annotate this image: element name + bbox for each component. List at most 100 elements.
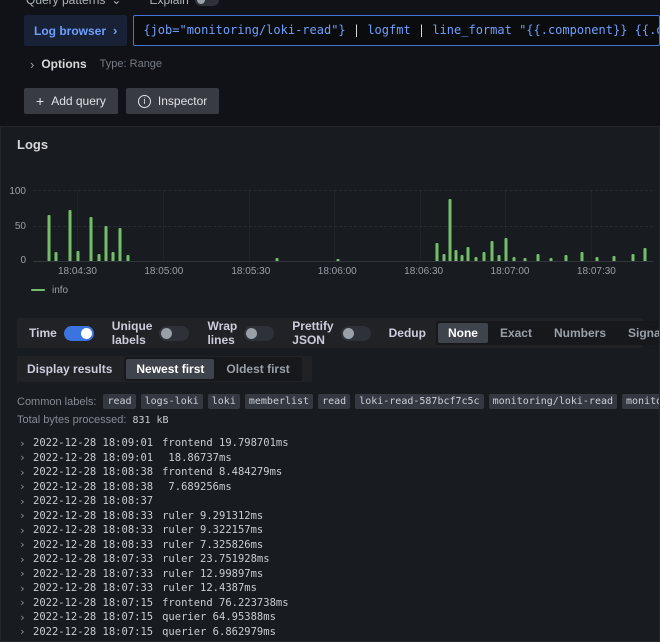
log-row[interactable]: › 2022-12-28 18:08:38 7.689256ms <box>1 480 659 495</box>
expand-chevron-icon[interactable]: › <box>19 583 33 594</box>
label-badge: read <box>103 394 136 409</box>
prettify-json-toggle[interactable] <box>340 325 371 341</box>
order-option-newest-first[interactable]: Newest first <box>126 359 215 379</box>
options-label: Options <box>41 57 87 71</box>
expand-chevron-icon[interactable]: › <box>19 554 33 565</box>
log-row[interactable]: › 2022-12-28 18:08:38 frontend 8.484279ms <box>1 465 659 480</box>
logs-volume-chart: 100 50 0 <box>7 186 653 266</box>
wrap-lines-toggle[interactable] <box>244 325 275 341</box>
query-input[interactable]: {job="monitoring/loki-read"} | logfmt | … <box>133 15 660 46</box>
log-timestamp: 2022-12-28 18:09:01 <box>33 437 154 450</box>
log-message: frontend 19.798701ms <box>162 437 289 450</box>
log-row[interactable]: › 2022-12-28 18:07:33 ruler 12.4387ms <box>1 581 659 596</box>
dedup-option-exact[interactable]: Exact <box>490 323 542 343</box>
dedup-group: NoneExactNumbersSignature <box>435 321 659 345</box>
expand-chevron-icon[interactable]: › <box>19 612 33 623</box>
time-toggle[interactable] <box>63 325 94 341</box>
grid-line-vertical <box>419 190 421 261</box>
volume-bar <box>47 214 50 261</box>
log-row[interactable]: › 2022-12-28 18:07:33 ruler 12.99897ms <box>1 567 659 582</box>
expand-chevron-icon[interactable]: › <box>19 626 33 637</box>
legend-label-info[interactable]: info <box>52 285 68 296</box>
label-badge: read <box>318 394 351 409</box>
unique-labels-label: Unique labels <box>111 319 153 347</box>
volume-bar <box>442 253 446 261</box>
query-segment: | <box>352 23 368 37</box>
expand-chevron-icon[interactable]: › <box>19 568 33 579</box>
dedup-option-none[interactable]: None <box>437 323 488 343</box>
expand-chevron-icon[interactable]: › <box>19 597 33 608</box>
volume-bar <box>497 255 501 261</box>
volume-bar <box>435 243 439 261</box>
explain-toggle[interactable] <box>194 0 219 6</box>
logs-volume-plot[interactable] <box>33 190 653 262</box>
label-badge: loki <box>207 394 240 409</box>
order-option-oldest-first[interactable]: Oldest first <box>216 359 299 379</box>
log-timestamp: 2022-12-28 18:07:15 <box>33 625 154 638</box>
query-patterns-label: Query patterns <box>26 0 106 7</box>
expand-chevron-icon[interactable]: › <box>19 467 33 478</box>
legend-swatch <box>31 289 45 291</box>
expand-chevron-icon[interactable]: › <box>19 525 33 536</box>
log-message: ruler 12.4387ms <box>162 582 257 595</box>
log-timestamp: 2022-12-28 18:08:38 <box>33 480 154 493</box>
expand-chevron-icon[interactable]: › <box>19 539 33 550</box>
caret-right-icon: › <box>30 56 35 72</box>
expand-chevron-icon[interactable]: › <box>19 452 33 463</box>
options-row[interactable]: › Options Type: Range <box>30 56 660 72</box>
log-row[interactable]: › 2022-12-28 18:08:33 ruler 7.325826ms <box>1 538 659 553</box>
log-message: ruler 9.322157ms <box>162 524 264 537</box>
log-browser-button[interactable]: Log browser › <box>24 15 128 46</box>
grid-line-vertical <box>248 190 250 261</box>
volume-bar <box>54 252 58 261</box>
grid-line-100 <box>33 190 653 191</box>
log-message: ruler 23.751928ms <box>162 553 270 566</box>
time-label: Time <box>29 326 57 340</box>
inspector-button[interactable]: i Inspector <box>125 88 220 114</box>
volume-bar <box>448 198 452 261</box>
prettify-json-control: Prettify JSON <box>292 319 371 347</box>
volume-bar <box>549 258 553 261</box>
add-query-button[interactable]: + Add query <box>24 88 118 114</box>
chevron-down-icon: ⌄ <box>111 0 122 7</box>
query-patterns-dropdown[interactable]: Query patterns ⌄ <box>26 0 121 7</box>
expand-chevron-icon[interactable]: › <box>19 438 33 449</box>
total-bytes-label: Total bytes processed: <box>17 414 127 426</box>
log-row[interactable]: › 2022-12-28 18:07:15 querier 6.862979ms <box>1 625 659 640</box>
dedup-option-signature[interactable]: Signature <box>618 323 659 343</box>
common-labels-label: Common labels: <box>17 395 97 408</box>
total-bytes-row: Total bytes processed: 831 kB <box>17 414 659 426</box>
expand-chevron-icon[interactable]: › <box>19 510 33 521</box>
time-control: Time <box>29 325 94 341</box>
volume-bar <box>536 253 540 261</box>
x-tick-label: 18:05:30 <box>231 266 271 277</box>
expand-chevron-icon[interactable]: › <box>19 496 33 507</box>
explain-control: Explain <box>149 0 219 7</box>
unique-labels-toggle[interactable] <box>159 325 190 341</box>
log-timestamp: 2022-12-28 18:08:37 <box>33 495 154 508</box>
log-row[interactable]: › 2022-12-28 18:08:33 ruler 9.322157ms <box>1 523 659 538</box>
log-row[interactable]: › 2022-12-28 18:07:33 ruler 23.751928ms <box>1 552 659 567</box>
log-rows: › 2022-12-28 18:09:01 frontend 19.798701ms… <box>1 436 659 641</box>
log-row[interactable]: › 2022-12-28 18:09:01 18.86737ms <box>1 451 659 466</box>
expand-chevron-icon[interactable]: › <box>19 481 33 492</box>
x-tick-label: 18:06:30 <box>404 266 444 277</box>
log-row[interactable]: › 2022-12-28 18:08:33 ruler 9.291312ms <box>1 509 659 524</box>
query-editor-row: Log browser › {job="monitoring/loki-read… <box>24 15 660 46</box>
log-row[interactable]: › 2022-12-28 18:08:37 <box>1 494 659 509</box>
actions-row: + Add query i Inspector <box>24 88 660 114</box>
log-row[interactable]: › 2022-12-28 18:09:01 frontend 19.798701ms <box>1 436 659 451</box>
common-labels-list: read logs-loki loki memberlist read loki-read… <box>103 394 659 409</box>
log-message: ruler 9.291312ms <box>162 509 264 522</box>
log-row[interactable]: › 2022-12-28 18:07:15 frontend 76.223738ms <box>1 596 659 611</box>
log-browser-label: Log browser <box>34 23 107 38</box>
log-row[interactable]: › 2022-12-28 18:07:15 querier 64.95388ms <box>1 610 659 625</box>
label-badge: monitoring <box>622 394 659 409</box>
log-timestamp: 2022-12-28 18:08:33 <box>33 538 154 551</box>
dedup-option-numbers[interactable]: Numbers <box>544 323 616 343</box>
plus-icon: + <box>36 93 45 109</box>
volume-bar <box>466 246 470 261</box>
volume-bar <box>118 228 122 261</box>
volume-bar <box>512 256 515 261</box>
x-tick-label: 18:04:30 <box>57 266 97 277</box>
